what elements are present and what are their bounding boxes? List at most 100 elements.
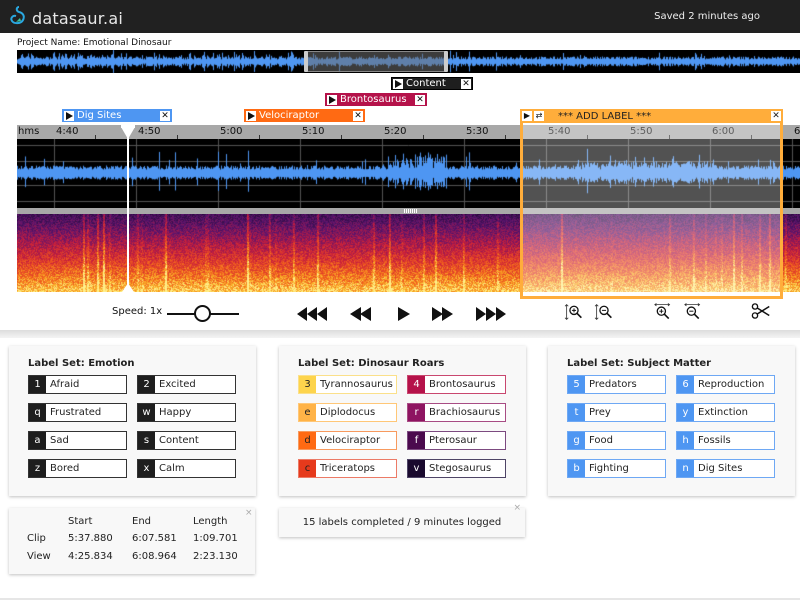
label-hotkey: x <box>138 460 155 477</box>
label-button[interactable]: a Sad <box>28 431 127 450</box>
label-button[interactable]: 5 Predators <box>567 375 666 394</box>
close-icon[interactable]: × <box>513 498 521 518</box>
segment-label-name: Dig Sites <box>77 109 122 121</box>
section-divider <box>0 330 800 338</box>
segment-label-velociraptor[interactable]: Velociraptor ✕ <box>244 109 365 122</box>
overview-window-right-handle[interactable] <box>444 51 448 72</box>
label-button[interactable]: w Happy <box>137 403 236 422</box>
fast-rewind-button[interactable] <box>297 305 329 323</box>
close-icon[interactable]: × <box>245 508 253 518</box>
stats-cell: 5:37.880 <box>68 533 113 544</box>
vertical-zoom-out-button[interactable] <box>592 303 616 321</box>
overview-view-window[interactable] <box>306 51 446 72</box>
rewind-button[interactable] <box>350 305 372 323</box>
logo[interactable]: datasaur.ai <box>8 5 123 31</box>
label-button[interactable]: v Stegosaurus <box>407 459 506 478</box>
ruler-tick-label: 5:30 <box>466 126 489 137</box>
save-status: Saved 2 minutes ago <box>654 11 760 22</box>
label-button[interactable]: 1 Afraid <box>28 375 127 394</box>
label-hotkey: b <box>568 460 585 477</box>
stats-row-label: View <box>27 551 51 562</box>
label-name: Extinction <box>698 407 748 418</box>
app-name: datasaur.ai <box>32 8 123 28</box>
label-button[interactable]: 3 Tyrannosaurus <box>298 375 397 394</box>
label-name: Diplodocus <box>320 407 376 418</box>
label-name: Stegosaurus <box>429 463 492 474</box>
resize-grip-icon[interactable] <box>404 209 418 213</box>
play-icon[interactable] <box>393 78 403 89</box>
label-button[interactable]: f Pterosaur <box>407 431 506 450</box>
cut-button[interactable] <box>748 302 774 320</box>
label-hotkey: w <box>138 404 155 421</box>
label-hotkey: t <box>568 404 585 421</box>
top-bar: datasaur.ai Saved 2 minutes ago <box>0 0 800 33</box>
segment-label-content[interactable]: Content ✕ <box>391 77 473 90</box>
label-button[interactable]: c Triceratops <box>298 459 397 478</box>
label-hotkey: g <box>568 432 585 449</box>
play-icon[interactable] <box>64 110 74 121</box>
segment-label-name: Brontosaurus <box>340 93 407 105</box>
playhead-handle-bottom[interactable] <box>122 283 134 292</box>
label-button[interactable]: x Calm <box>137 459 236 478</box>
label-button[interactable]: e Diplodocus <box>298 403 397 422</box>
horizontal-zoom-in-icon <box>654 303 671 320</box>
label-button[interactable]: s Content <box>137 431 236 450</box>
fast-forward-button[interactable] <box>476 305 508 323</box>
label-name: Frustrated <box>50 407 102 418</box>
label-name: Fighting <box>589 463 629 474</box>
summary-panel: 15 labels completed / 9 minutes logged × <box>279 503 525 537</box>
vertical-zoom-in-button[interactable] <box>562 303 586 321</box>
label-button[interactable]: b Fighting <box>567 459 666 478</box>
label-button[interactable]: g Food <box>567 431 666 450</box>
stats-cell: 1:09.701 <box>193 533 238 544</box>
add-label-prompt[interactable]: *** ADD LABEL *** <box>558 111 771 122</box>
label-name: Prey <box>589 407 611 418</box>
label-button[interactable]: q Frustrated <box>28 403 127 422</box>
label-button[interactable]: r Brachiosaurus <box>407 403 506 422</box>
label-hotkey: n <box>677 460 694 477</box>
horizontal-zoom-out-button[interactable] <box>681 303 705 321</box>
close-icon[interactable]: ✕ <box>461 78 471 89</box>
label-button[interactable]: h Fossils <box>676 431 775 450</box>
label-hotkey: a <box>29 432 46 449</box>
close-icon[interactable]: ✕ <box>771 111 781 121</box>
label-button[interactable]: y Extinction <box>676 403 775 422</box>
play-button[interactable] <box>397 305 411 323</box>
label-button[interactable]: z Bored <box>28 459 127 478</box>
selection-region[interactable] <box>520 109 783 299</box>
close-icon[interactable]: ✕ <box>160 110 170 121</box>
label-hotkey: 4 <box>408 376 425 393</box>
speed-label: Speed: 1x <box>112 306 163 317</box>
label-button[interactable]: n Dig Sites <box>676 459 775 478</box>
horizontal-zoom-in-button[interactable] <box>651 303 675 321</box>
label-button[interactable]: 6 Reproduction <box>676 375 775 394</box>
label-button[interactable]: d Velociraptor <box>298 431 397 450</box>
forward-button[interactable] <box>432 305 454 323</box>
playhead[interactable] <box>127 125 129 292</box>
play-icon[interactable]: ▶ <box>522 111 532 121</box>
speed-slider-knob[interactable] <box>194 305 211 322</box>
label-set-title: Label Set: Subject Matter <box>567 358 712 369</box>
label-name: Happy <box>159 407 192 418</box>
label-button[interactable]: t Prey <box>567 403 666 422</box>
playhead-marker-icon[interactable] <box>121 127 135 139</box>
label-hotkey: d <box>299 432 316 449</box>
segment-label-dig-sites[interactable]: Dig Sites ✕ <box>62 109 172 122</box>
label-name: Brachiosaurus <box>429 407 501 418</box>
play-icon[interactable] <box>327 94 337 105</box>
horizontal-zoom-out-icon <box>684 303 701 320</box>
stats-col-end: End <box>132 516 152 527</box>
segment-label-brontosaurus[interactable]: Brontosaurus ✕ <box>325 93 427 106</box>
play-icon[interactable] <box>246 110 256 121</box>
playback-controls: Speed: 1x <box>0 300 800 330</box>
close-icon[interactable]: ✕ <box>353 110 363 121</box>
stats-col-length: Length <box>193 516 228 527</box>
close-icon[interactable]: ✕ <box>415 94 425 105</box>
loop-icon[interactable]: ⇄ <box>534 111 544 121</box>
ruler-unit-label: hms <box>18 126 40 137</box>
label-button[interactable]: 4 Brontosaurus <box>407 375 506 394</box>
label-button[interactable]: 2 Excited <box>137 375 236 394</box>
label-name: Velociraptor <box>320 435 381 446</box>
overview-waveform[interactable] <box>17 50 800 73</box>
overview-window-left-handle[interactable] <box>304 51 308 72</box>
